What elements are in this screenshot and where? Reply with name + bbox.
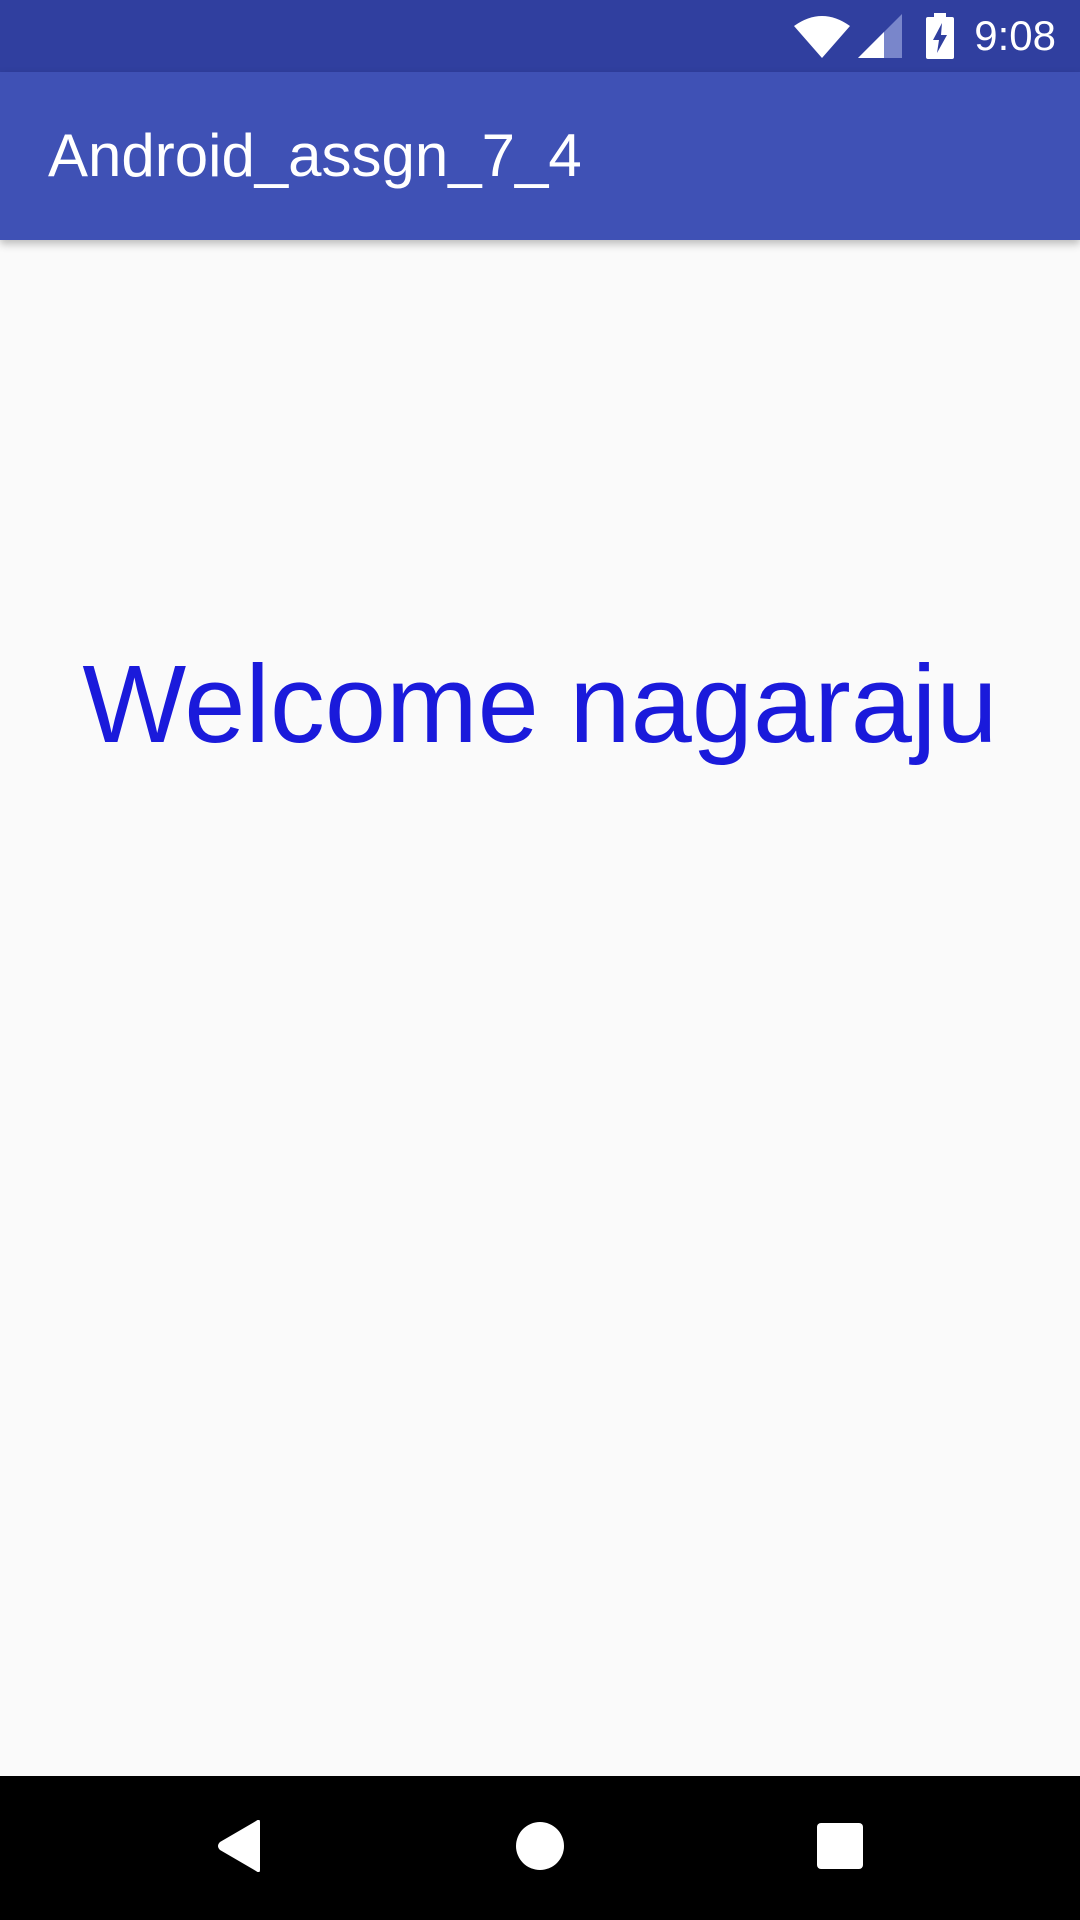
recents-button[interactable] [760,1776,920,1920]
status-bar: 9:08 [0,0,1080,72]
navigation-bar [0,1776,1080,1920]
home-icon [515,1821,565,1876]
recents-icon [817,1822,863,1874]
status-time: 9:08 [974,12,1056,59]
home-button[interactable] [460,1776,620,1920]
wifi-icon [794,14,851,58]
main-content: Welcome nagaraju [0,240,1080,1776]
battery-charging-icon [926,13,955,59]
app-title: Android_assgn_7_4 [48,122,582,189]
back-button[interactable] [160,1776,320,1920]
app-bar: Android_assgn_7_4 [0,72,1080,240]
status-icons: 9:08 [794,0,1056,72]
welcome-text: Welcome nagaraju [82,643,998,766]
screen: 9:08 Android_assgn_7_4 Welcome nagaraju [0,0,1080,1920]
cell-signal-icon [858,14,903,58]
back-icon [216,1819,264,1877]
